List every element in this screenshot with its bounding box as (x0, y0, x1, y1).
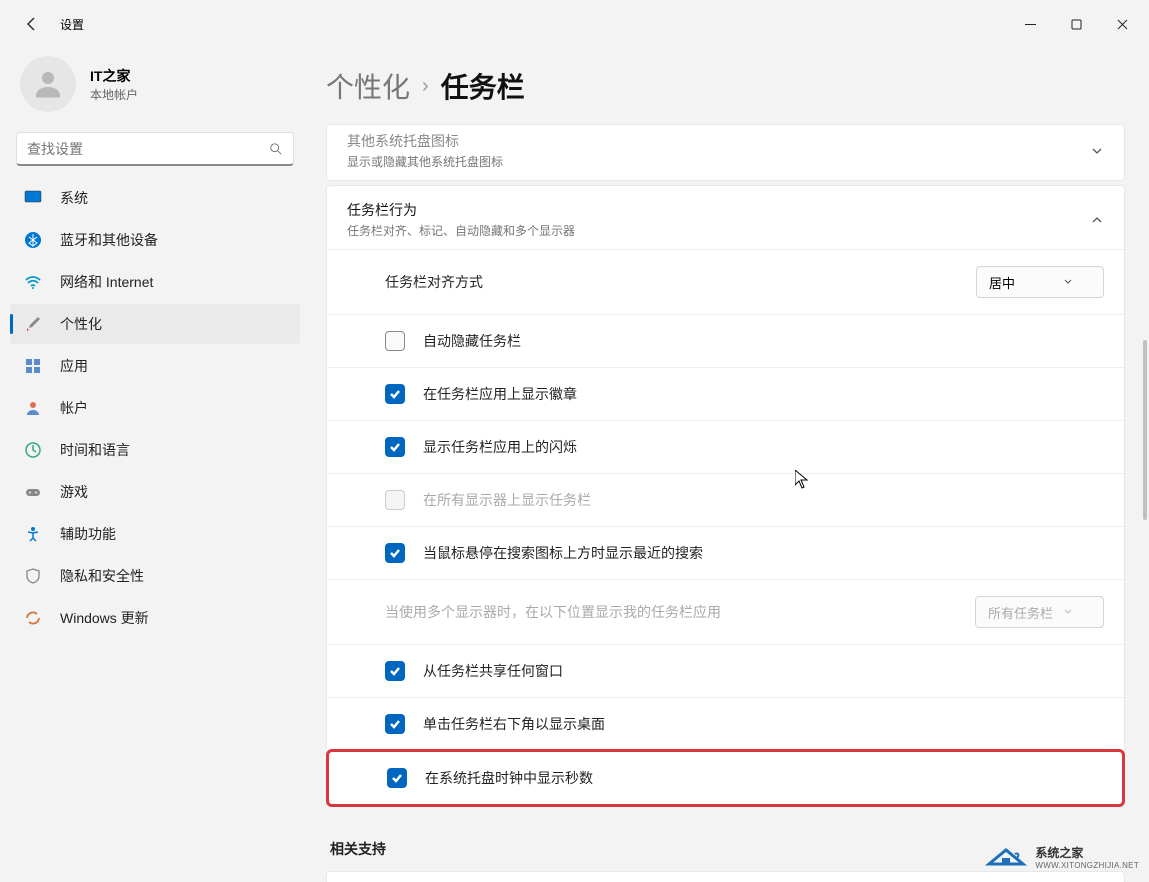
sidebar-item-time-language[interactable]: 时间和语言 (10, 430, 300, 470)
watermark: 系统之家 WWW.XITONGZHIJIA.NET (985, 842, 1139, 872)
chevron-right-icon: › (422, 75, 429, 98)
sidebar-item-gaming[interactable]: 游戏 (10, 472, 300, 512)
share-checkbox[interactable] (385, 661, 405, 681)
sidebar-item-system[interactable]: 系统 (10, 178, 300, 218)
scrollbar[interactable] (1143, 340, 1147, 520)
badges-checkbox[interactable] (385, 384, 405, 404)
user-section[interactable]: IT之家 本地帐户 (8, 48, 302, 132)
recentsearch-checkbox[interactable] (385, 543, 405, 563)
multimon-select: 所有任务栏 (975, 596, 1104, 628)
sidebar-item-label: 游戏 (60, 482, 88, 502)
seconds-checkbox[interactable] (387, 768, 407, 788)
shield-icon (24, 567, 42, 585)
other-tray-icons-card[interactable]: 其他系统托盘图标 显示或隐藏其他系统托盘图标 (326, 124, 1125, 181)
share-row[interactable]: 从任务栏共享任何窗口 (327, 644, 1124, 697)
recentsearch-label: 当鼠标悬停在搜索图标上方时显示最近的搜索 (423, 543, 1104, 563)
app-title: 设置 (60, 16, 84, 33)
alignment-label: 任务栏对齐方式 (385, 272, 976, 292)
flashing-row[interactable]: 显示任务栏应用上的闪烁 (327, 420, 1124, 473)
close-button[interactable] (1099, 8, 1145, 40)
chevron-down-icon (1063, 607, 1073, 617)
taskbar-behavior-card: 任务栏行为 任务栏对齐、标记、自动隐藏和多个显示器 任务栏对齐方式 居中 自动隐… (326, 185, 1125, 807)
search-input[interactable] (27, 141, 269, 157)
alignment-row: 任务栏对齐方式 居中 (327, 249, 1124, 314)
chevron-down-icon (1090, 144, 1104, 158)
sidebar-item-label: 系统 (60, 188, 88, 208)
maximize-button[interactable] (1053, 8, 1099, 40)
card-subtitle: 任务栏对齐、标记、自动隐藏和多个显示器 (347, 222, 1090, 239)
avatar (20, 56, 76, 112)
autohide-checkbox[interactable] (385, 331, 405, 351)
user-account-type: 本地帐户 (90, 86, 138, 103)
sidebar-item-privacy[interactable]: 隐私和安全性 (10, 556, 300, 596)
sidebar-item-label: 帐户 (60, 398, 88, 418)
autohide-row[interactable]: 自动隐藏任务栏 (327, 314, 1124, 367)
display-icon (24, 189, 42, 207)
page-title: 任务栏 (441, 66, 525, 106)
sidebar-item-label: 辅助功能 (60, 524, 116, 544)
chevron-down-icon (1063, 277, 1073, 287)
minimize-button[interactable] (1007, 8, 1053, 40)
apps-icon (24, 357, 42, 375)
flashing-label: 显示任务栏应用上的闪烁 (423, 437, 1104, 457)
sidebar-item-network[interactable]: 网络和 Internet (10, 262, 300, 302)
gamepad-icon (24, 483, 42, 501)
search-box[interactable] (16, 132, 294, 166)
allmonitors-checkbox (385, 490, 405, 510)
sidebar-item-accounts[interactable]: 帐户 (10, 388, 300, 428)
taskbar-help-card[interactable]: 任务栏帮助 (326, 871, 1125, 882)
showdesktop-label: 单击任务栏右下角以显示桌面 (423, 714, 1104, 734)
breadcrumb: 个性化 › 任务栏 (326, 48, 1125, 124)
sidebar-item-label: 蓝牙和其他设备 (60, 230, 158, 250)
badges-label: 在任务栏应用上显示徽章 (423, 384, 1104, 404)
sidebar: IT之家 本地帐户 系统 蓝牙和其他设备 网络和 Internet (0, 48, 310, 882)
card-title: 任务栏行为 (347, 200, 1090, 220)
chevron-up-icon (1090, 213, 1104, 227)
sidebar-item-apps[interactable]: 应用 (10, 346, 300, 386)
card-subtitle: 显示或隐藏其他系统托盘图标 (347, 153, 1090, 170)
sidebar-item-label: 时间和语言 (60, 440, 130, 460)
flashing-checkbox[interactable] (385, 437, 405, 457)
multimon-row: 当使用多个显示器时，在以下位置显示我的任务栏应用 所有任务栏 (327, 579, 1124, 644)
person-icon (24, 399, 42, 417)
recentsearch-row[interactable]: 当鼠标悬停在搜索图标上方时显示最近的搜索 (327, 526, 1124, 579)
sidebar-item-label: 网络和 Internet (60, 272, 153, 292)
watermark-url: WWW.XITONGZHIJIA.NET (1035, 861, 1139, 870)
accessibility-icon (24, 525, 42, 543)
breadcrumb-parent[interactable]: 个性化 (326, 66, 410, 106)
alignment-select[interactable]: 居中 (976, 266, 1104, 298)
sidebar-item-label: 隐私和安全性 (60, 566, 144, 586)
sidebar-item-label: 应用 (60, 356, 88, 376)
sidebar-item-label: 个性化 (60, 314, 102, 334)
cursor-icon (795, 470, 811, 490)
sidebar-item-windows-update[interactable]: Windows 更新 (10, 598, 300, 638)
autohide-label: 自动隐藏任务栏 (423, 331, 1104, 351)
watermark-logo-icon (985, 842, 1027, 872)
showdesktop-row[interactable]: 单击任务栏右下角以显示桌面 (327, 697, 1124, 750)
back-button[interactable] (16, 8, 48, 40)
share-label: 从任务栏共享任何窗口 (423, 661, 1104, 681)
sidebar-item-personalization[interactable]: 个性化 (10, 304, 300, 344)
showdesktop-checkbox[interactable] (385, 714, 405, 734)
paintbrush-icon (24, 315, 42, 333)
search-icon (269, 142, 283, 156)
taskbar-behavior-header[interactable]: 任务栏行为 任务栏对齐、标记、自动隐藏和多个显示器 (327, 186, 1124, 249)
allmonitors-row: 在所有显示器上显示任务栏 (327, 473, 1124, 526)
update-icon (24, 609, 42, 627)
card-title: 其他系统托盘图标 (347, 131, 1090, 151)
watermark-name: 系统之家 (1035, 844, 1139, 861)
bluetooth-icon (24, 231, 42, 249)
badges-row[interactable]: 在任务栏应用上显示徽章 (327, 367, 1124, 420)
multimon-label: 当使用多个显示器时，在以下位置显示我的任务栏应用 (385, 602, 975, 622)
seconds-row[interactable]: 在系统托盘时钟中显示秒数 (326, 749, 1125, 807)
sidebar-item-label: Windows 更新 (60, 608, 149, 628)
wifi-icon (24, 273, 42, 291)
sidebar-item-bluetooth[interactable]: 蓝牙和其他设备 (10, 220, 300, 260)
allmonitors-label: 在所有显示器上显示任务栏 (423, 490, 1104, 510)
seconds-label: 在系统托盘时钟中显示秒数 (425, 768, 1102, 788)
sidebar-item-accessibility[interactable]: 辅助功能 (10, 514, 300, 554)
content-area: 个性化 › 任务栏 其他系统托盘图标 显示或隐藏其他系统托盘图标 任务栏行为 任… (310, 48, 1149, 882)
user-name: IT之家 (90, 66, 138, 86)
globe-clock-icon (24, 441, 42, 459)
